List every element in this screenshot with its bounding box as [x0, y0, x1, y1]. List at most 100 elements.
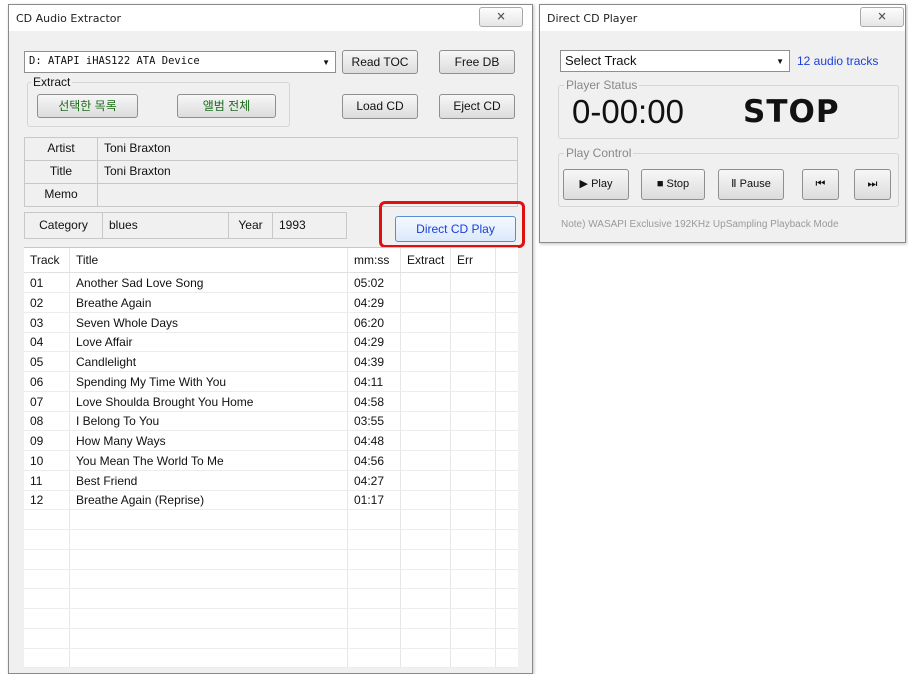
- play-control-label: Play Control: [564, 146, 634, 160]
- track-duration: 04:11: [354, 374, 384, 389]
- table-row[interactable]: 03 Seven Whole Days 06:20: [24, 313, 518, 333]
- track-number: 02: [30, 295, 44, 310]
- table-row[interactable]: 02 Breathe Again 04:29: [24, 293, 518, 313]
- track-title: How Many Ways: [76, 434, 166, 448]
- stop-label: Stop: [666, 178, 690, 190]
- track-title: Love Affair: [76, 335, 133, 350]
- track-duration: 04:39: [354, 355, 385, 369]
- track-number: 01: [30, 276, 44, 290]
- table-row[interactable]: 01 Another Sad Love Song 05:02: [24, 273, 518, 293]
- table-row[interactable]: 04 Love Affair 04:29: [24, 332, 518, 353]
- track-duration: 04:27: [354, 473, 385, 488]
- table-row[interactable]: 10 You Mean The World To Me 04:56: [24, 451, 518, 471]
- table-row: [24, 609, 518, 629]
- table-row[interactable]: 08 I Belong To You 03:55: [24, 411, 518, 432]
- table-row: [24, 648, 518, 669]
- eject-cd-button[interactable]: Eject CD: [439, 94, 515, 119]
- artist-label: Artist: [24, 137, 98, 161]
- highlight-annotation: [379, 201, 525, 248]
- track-number: 11: [30, 473, 43, 488]
- playback-mode-note: Note) WASAPI Exclusive 192KHz UpSampling…: [561, 219, 839, 230]
- table-row: [24, 629, 518, 649]
- extractor-close-icon[interactable]: 🗙: [479, 7, 523, 27]
- column-header-time[interactable]: mm:ss: [354, 253, 389, 267]
- memo-label: Memo: [24, 183, 98, 207]
- pause-icon: Ⅱ: [731, 178, 737, 190]
- track-duration: 04:56: [354, 453, 385, 468]
- chevron-down-icon: ▼: [322, 58, 330, 67]
- track-duration: 04:58: [354, 394, 385, 409]
- track-title: Breathe Again: [76, 295, 152, 310]
- track-duration: 04:29: [354, 295, 385, 310]
- extract-group-label: Extract: [31, 75, 73, 89]
- column-header-title[interactable]: Title: [76, 253, 98, 267]
- extractor-title: CD Audio Extractor: [16, 12, 122, 25]
- track-number: 07: [30, 394, 44, 409]
- chevron-down-icon: ▼: [776, 57, 784, 66]
- track-title: Candlelight: [76, 355, 137, 369]
- select-track-dropdown[interactable]: Select Track ▼: [560, 50, 790, 72]
- track-number: 10: [30, 453, 44, 468]
- column-header-extract[interactable]: Extract: [407, 253, 444, 267]
- play-button[interactable]: ▶ Play: [563, 169, 629, 200]
- drive-select[interactable]: D: ATAPI iHAS122 ATA Device ▼: [24, 51, 336, 73]
- extract-album-button[interactable]: 앨범 전체: [177, 94, 276, 118]
- track-number: 04: [30, 335, 44, 350]
- load-cd-button[interactable]: Load CD: [342, 94, 418, 119]
- title-value[interactable]: Toni Braxton: [97, 160, 518, 184]
- playback-state: STOP: [743, 94, 840, 130]
- title-label: Title: [24, 160, 98, 184]
- column-header-err[interactable]: Err: [457, 253, 473, 267]
- track-duration: 04:29: [354, 335, 385, 350]
- player-title: Direct CD Player: [547, 12, 638, 25]
- year-value[interactable]: 1993: [272, 212, 347, 239]
- pause-button[interactable]: Ⅱ Pause: [718, 169, 784, 200]
- previous-track-button[interactable]: ⏮: [802, 169, 839, 200]
- extract-selected-button[interactable]: 선택한 목록: [37, 94, 138, 118]
- track-title: Breathe Again (Reprise): [76, 493, 205, 508]
- skip-forward-icon: ⏭: [867, 178, 878, 190]
- track-title: Another Sad Love Song: [76, 276, 204, 290]
- player-status-label: Player Status: [564, 78, 640, 92]
- table-row[interactable]: 06 Spending My Time With You 04:11: [24, 372, 518, 392]
- select-track-value: Select Track: [565, 53, 637, 68]
- table-row: [24, 569, 518, 590]
- table-row[interactable]: 05 Candlelight 04:39: [24, 352, 518, 372]
- table-row: [24, 510, 518, 530]
- extractor-titlebar: CD Audio Extractor 🗙: [9, 5, 532, 31]
- stop-button[interactable]: ■ Stop: [641, 169, 705, 200]
- table-row: [24, 550, 518, 570]
- play-icon: ▶: [579, 178, 588, 190]
- track-duration: 01:17: [354, 493, 385, 508]
- track-number: 08: [30, 414, 44, 429]
- table-row: [24, 589, 518, 609]
- player-close-icon[interactable]: 🗙: [860, 7, 904, 27]
- pause-label: Pause: [739, 178, 771, 190]
- track-title: Seven Whole Days: [76, 315, 179, 330]
- track-number: 12: [30, 493, 44, 508]
- track-number: 09: [30, 434, 44, 448]
- skip-back-icon: ⏮: [815, 178, 826, 190]
- free-db-button[interactable]: Free DB: [439, 50, 515, 74]
- table-row[interactable]: 12 Breathe Again (Reprise) 01:17: [24, 490, 518, 511]
- read-toc-button[interactable]: Read TOC: [342, 50, 418, 74]
- track-title: Best Friend: [76, 473, 138, 488]
- track-duration: 03:55: [354, 414, 385, 429]
- category-value[interactable]: blues: [102, 212, 229, 239]
- table-row: [24, 530, 518, 550]
- column-header-track[interactable]: Track: [30, 253, 60, 267]
- next-track-button[interactable]: ⏭: [854, 169, 891, 200]
- table-header: Track Title mm:ss Extract Err: [24, 248, 518, 273]
- category-label: Category: [24, 212, 103, 239]
- track-title: You Mean The World To Me: [76, 453, 224, 468]
- track-duration: 05:02: [354, 276, 385, 290]
- track-title: Love Shoulda Brought You Home: [76, 394, 254, 409]
- table-row[interactable]: 09 How Many Ways 04:48: [24, 431, 518, 451]
- track-duration: 06:20: [354, 315, 385, 330]
- table-row[interactable]: 11 Best Friend 04:27: [24, 471, 518, 491]
- track-table[interactable]: Track Title mm:ss Extract Err 01 Another …: [24, 247, 518, 669]
- track-number: 05: [30, 355, 44, 369]
- track-title: Spending My Time With You: [76, 374, 227, 389]
- table-row[interactable]: 07 Love Shoulda Brought You Home 04:58: [24, 392, 518, 412]
- artist-value[interactable]: Toni Braxton: [97, 137, 518, 161]
